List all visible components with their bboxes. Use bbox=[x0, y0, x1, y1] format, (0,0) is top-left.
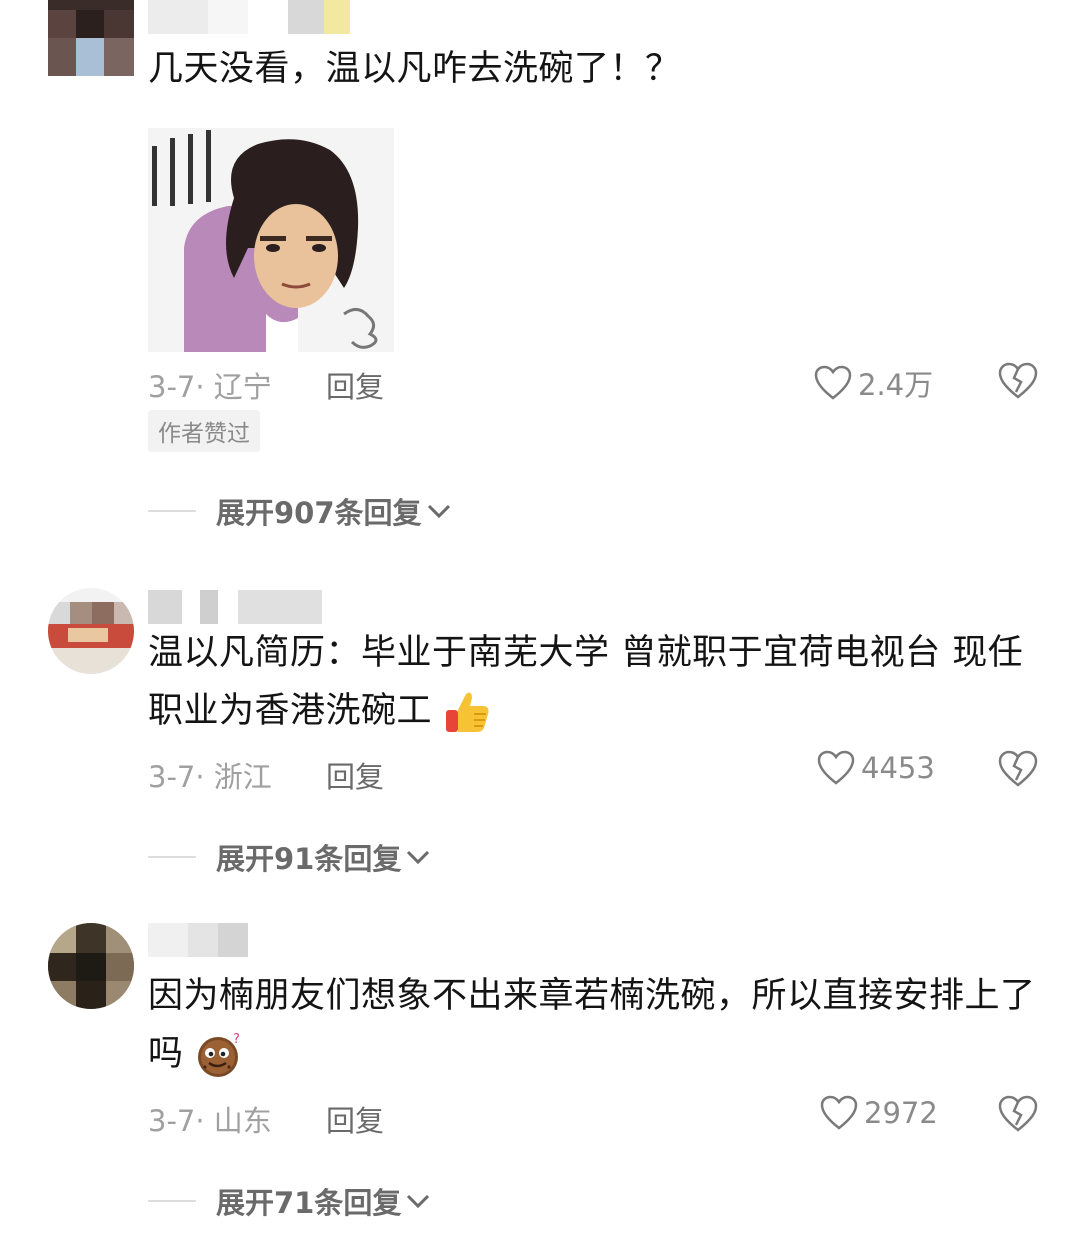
avatar[interactable] bbox=[48, 923, 134, 1009]
chevron-down-icon bbox=[407, 1194, 430, 1209]
like-button[interactable]: 4453 bbox=[817, 750, 935, 786]
like-count: 2.4万 bbox=[858, 368, 934, 402]
sticker-image[interactable] bbox=[148, 128, 394, 352]
username-blurred[interactable] bbox=[148, 923, 248, 957]
divider-line bbox=[148, 856, 196, 858]
like-button[interactable]: 2.4万 bbox=[814, 362, 933, 404]
reply-button[interactable]: 回复 bbox=[326, 1098, 384, 1140]
date-location: 3-7· 辽宁 bbox=[148, 370, 272, 404]
comment-text-content: 温以凡简历：毕业于南芜大学 曾就职于宜荷电视台 现任职业为香港洗碗工 bbox=[148, 633, 1024, 731]
expand-replies-button[interactable]: 展开907条回复 bbox=[148, 490, 452, 532]
avatar[interactable] bbox=[48, 588, 134, 674]
heart-outline-icon bbox=[814, 365, 852, 400]
broken-heart-icon bbox=[998, 1095, 1038, 1132]
svg-text:?: ? bbox=[233, 1032, 240, 1047]
like-count: 2972 bbox=[864, 1096, 938, 1130]
comment-text: 温以凡简历：毕业于南芜大学 曾就职于宜荷电视台 现任职业为香港洗碗工 bbox=[148, 624, 1048, 740]
like-button[interactable]: 2972 bbox=[820, 1095, 938, 1131]
expand-replies-label: 展开907条回复 bbox=[216, 496, 422, 530]
date-location: 3-7· 山东 bbox=[148, 1104, 272, 1138]
comment-text-content: 因为楠朋友们想象不出来章若楠洗碗，所以直接安排上了吗 bbox=[148, 976, 1036, 1074]
date-location: 3-7· 浙江 bbox=[148, 760, 272, 794]
divider-line bbox=[148, 1200, 196, 1202]
chevron-down-icon bbox=[427, 504, 450, 519]
expand-replies-button[interactable]: 展开91条回复 bbox=[148, 836, 431, 878]
comment-meta: 3-7· 浙江 回复 bbox=[148, 754, 384, 796]
thumbs-up-emoji bbox=[445, 692, 489, 732]
username-blurred[interactable] bbox=[148, 0, 350, 34]
avatar[interactable] bbox=[48, 0, 134, 76]
comment-text: 几天没看，温以凡咋去洗碗了！？ bbox=[148, 49, 681, 89]
comment-meta: 3-7· 辽宁 回复 bbox=[148, 364, 384, 406]
username-blurred[interactable] bbox=[148, 590, 322, 624]
broken-heart-icon bbox=[998, 750, 1038, 787]
chevron-down-icon bbox=[407, 850, 430, 865]
comment-text: 因为楠朋友们想象不出来章若楠洗碗，所以直接安排上了吗 ? bbox=[148, 967, 1048, 1083]
dislike-button[interactable] bbox=[998, 750, 1038, 792]
comment-meta: 3-7· 山东 回复 bbox=[148, 1098, 384, 1140]
heart-outline-icon bbox=[820, 1095, 858, 1130]
dislike-button[interactable] bbox=[998, 1095, 1038, 1137]
divider-line bbox=[148, 510, 196, 512]
expand-replies-label: 展开71条回复 bbox=[216, 1186, 402, 1220]
expand-replies-label: 展开91条回复 bbox=[216, 842, 402, 876]
expand-replies-button[interactable]: 展开71条回复 bbox=[148, 1180, 431, 1222]
author-liked-badge: 作者赞过 bbox=[148, 410, 260, 452]
like-count: 4453 bbox=[861, 751, 935, 785]
dislike-button[interactable] bbox=[998, 362, 1038, 404]
reply-button[interactable]: 回复 bbox=[326, 364, 384, 406]
broken-heart-icon bbox=[998, 362, 1038, 399]
reply-button[interactable]: 回复 bbox=[326, 754, 384, 796]
heart-outline-icon bbox=[817, 750, 855, 785]
cookie-face-emoji: ? bbox=[198, 1032, 240, 1077]
